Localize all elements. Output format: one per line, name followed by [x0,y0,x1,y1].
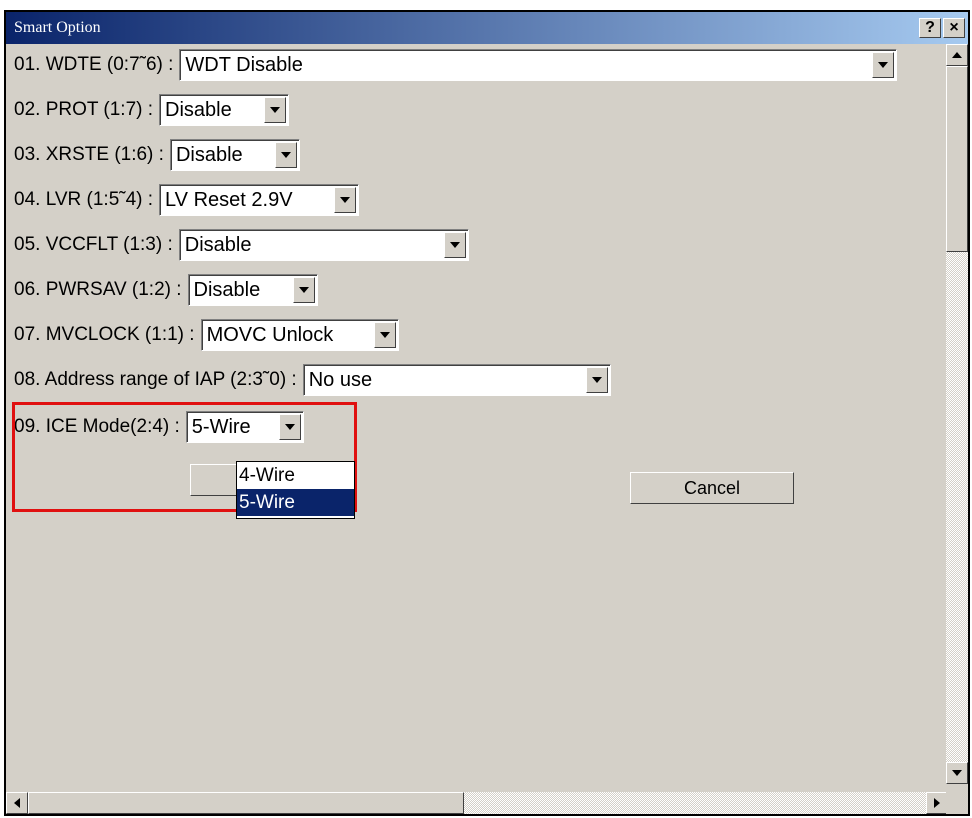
ice-mode-dropdown-list: 4-Wire 5-Wire [236,461,355,519]
option-row-pwrsav: 06. PWRSAV (1:2) : Disable [14,273,318,307]
arrow-right-icon [934,798,940,808]
option-row-prot: 02. PROT (1:7) : Disable [14,93,290,127]
scroll-right-button[interactable] [926,792,948,814]
chevron-down-icon[interactable] [274,142,297,168]
wdte-select[interactable]: WDT Disable [179,49,898,81]
chevron-down-icon[interactable] [264,97,287,123]
prot-select[interactable]: Disable [159,94,290,126]
cancel-button[interactable]: Cancel [630,472,794,504]
option-label: 03. XRSTE (1:6) : [14,144,164,165]
horizontal-scrollbar[interactable] [6,792,948,814]
chevron-down-icon[interactable] [373,322,396,348]
scroll-left-button[interactable] [6,792,28,814]
option-label: 04. LVR (1:5˜4) : [14,189,154,210]
option-row-xrste: 03. XRSTE (1:6) : Disable [14,138,300,172]
option-row-lvr: 04. LVR (1:5˜4) : LV Reset 2.9V [14,183,360,217]
vccflt-select[interactable]: Disable [178,229,469,261]
option-label: 06. PWRSAV (1:2) : [14,279,182,300]
select-value: Disable [165,98,232,121]
option-row-wdte: 01. WDTE (0:7˜6) : WDT Disable [14,48,898,82]
select-value: Disable [184,233,252,256]
select-value: Disable [175,143,243,166]
select-value: MOVC Unlock [206,323,334,346]
dropdown-option-4-wire[interactable]: 4-Wire [237,462,354,489]
vertical-scroll-thumb[interactable] [946,66,968,252]
select-value: Disable [193,278,261,301]
option-row-mvclock: 07. MVCLOCK (1:1) : MOVC Unlock [14,318,399,352]
option-row-vccflt: 05. VCCFLT (1:3) : Disable [14,228,469,262]
close-button[interactable]: × [943,18,965,38]
arrow-up-icon [952,52,962,58]
chevron-down-icon[interactable] [292,277,315,303]
chevron-down-icon[interactable] [585,367,608,393]
vertical-scrollbar[interactable] [946,44,968,784]
help-button[interactable]: ? [919,18,941,38]
pwrsav-select[interactable]: Disable [187,274,318,306]
option-label: 02. PROT (1:7) : [14,99,154,120]
smart-option-window: Smart Option ? × 01. WDTE (0:7˜6) : WDT … [4,10,970,816]
arrow-left-icon [14,798,20,808]
xrste-select[interactable]: Disable [169,139,300,171]
chevron-down-icon[interactable] [443,232,466,258]
mvclock-select[interactable]: MOVC Unlock [200,319,399,351]
option-label: 05. VCCFLT (1:3) : [14,234,173,255]
select-value: LV Reset 2.9V [165,188,293,211]
lvr-select[interactable]: LV Reset 2.9V [159,184,360,216]
option-label: 08. Address range of IAP (2:3˜0) : [14,369,297,390]
iap-range-select[interactable]: No use [302,364,611,396]
arrow-down-icon [952,770,962,776]
horizontal-scroll-thumb[interactable] [28,792,464,814]
option-row-iap-range: 08. Address range of IAP (2:3˜0) : No us… [14,363,611,397]
chevron-down-icon[interactable] [334,187,357,213]
dropdown-option-5-wire[interactable]: 5-Wire [237,489,354,516]
select-value: No use [308,368,373,391]
title-bar[interactable]: Smart Option ? × [6,12,968,44]
scrollbar-corner [946,792,968,814]
scroll-up-button[interactable] [946,44,968,66]
scroll-down-button[interactable] [946,762,968,784]
option-label: 07. MVCLOCK (1:1) : [14,324,195,345]
select-value: WDT Disable [185,53,303,76]
option-label: 01. WDTE (0:7˜6) : [14,54,174,75]
window-title: Smart Option [14,19,101,36]
chevron-down-icon[interactable] [872,52,895,78]
